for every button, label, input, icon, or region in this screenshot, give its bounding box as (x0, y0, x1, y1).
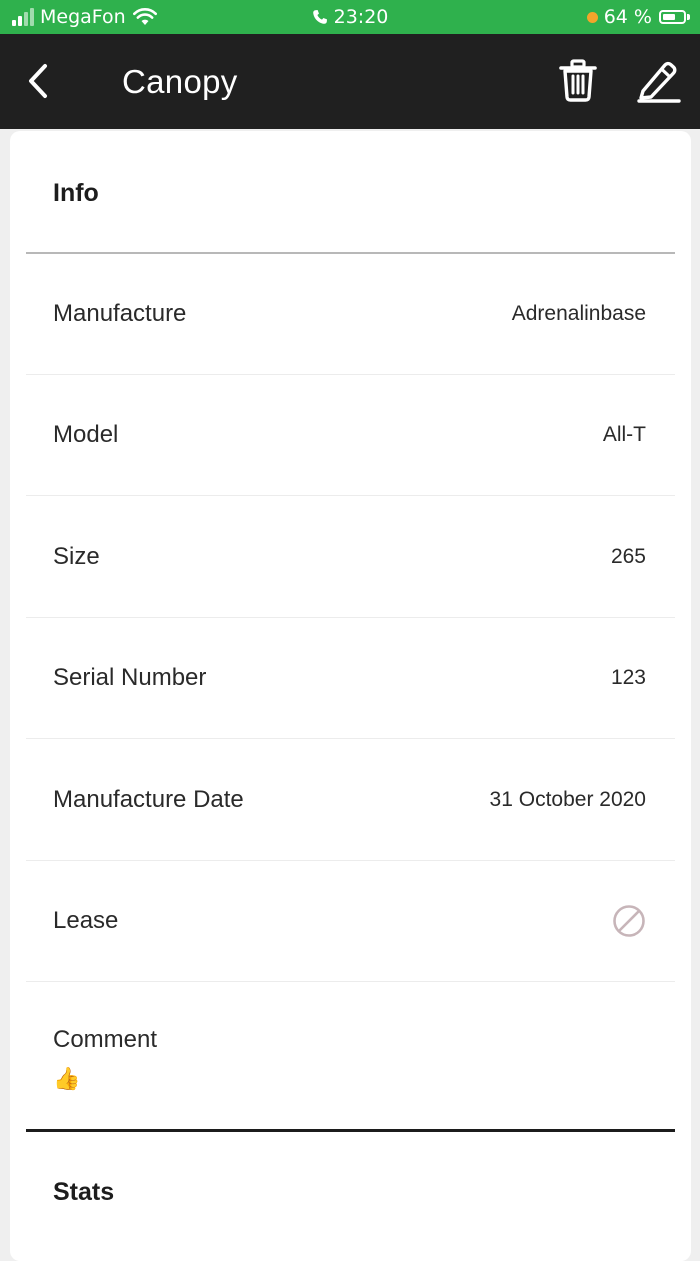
edit-button[interactable] (634, 58, 682, 104)
page-title: Canopy (122, 62, 238, 100)
privacy-indicator-icon (586, 11, 598, 23)
delete-button[interactable] (556, 59, 600, 103)
status-left: MegaFon (12, 0, 157, 34)
info-row-serial-number: Serial Number 123 (26, 618, 675, 739)
row-label: Manufacture Date (53, 786, 244, 813)
trash-icon (559, 59, 597, 102)
lease-status (612, 861, 646, 981)
battery-icon (659, 10, 690, 24)
back-button[interactable] (20, 61, 56, 101)
row-value: Adrenalinbase (511, 302, 646, 325)
info-row-lease: Lease (26, 861, 675, 982)
row-label: Manufacture (53, 300, 187, 327)
status-time: 23:20 (333, 6, 389, 28)
chevron-left-icon (29, 64, 47, 98)
carrier-name: MegaFon (40, 6, 126, 28)
status-right: 64 % (586, 0, 690, 34)
info-row-model: Model All-T (26, 375, 675, 496)
info-row-size: Size 265 (26, 497, 675, 618)
wifi-icon (132, 8, 157, 26)
signal-strength-icon (12, 8, 34, 26)
pencil-icon (637, 61, 681, 103)
battery-percent: 64 % (603, 6, 652, 28)
row-value: All-T (602, 423, 646, 446)
row-value: 265 (610, 545, 646, 568)
prohibited-icon (613, 905, 645, 937)
stats-section-title: Stats (53, 1178, 115, 1206)
row-label: Model (53, 421, 119, 448)
row-label: Lease (53, 907, 119, 934)
info-row-comment: Comment 👍 (26, 984, 675, 1131)
row-label: Serial Number (53, 664, 207, 691)
info-section-title: Info (53, 179, 99, 207)
info-row-manufacture-date: Manufacture Date 31 October 2020 (26, 740, 675, 861)
info-row-manufacture: Manufacture Adrenalinbase (26, 254, 675, 375)
row-value: 31 October 2020 (489, 788, 646, 811)
stats-divider (26, 1129, 675, 1132)
comment-value: 👍 (53, 1066, 81, 1091)
phone-call-icon (312, 9, 328, 25)
app-header: Canopy (0, 34, 700, 129)
row-label: Comment (53, 1026, 158, 1053)
status-bar: MegaFon 23:20 64 % (0, 0, 700, 34)
row-label: Size (53, 543, 100, 570)
details-card: Info Manufacture Adrenalinbase Model All… (10, 131, 691, 1261)
row-value: 123 (610, 666, 646, 689)
